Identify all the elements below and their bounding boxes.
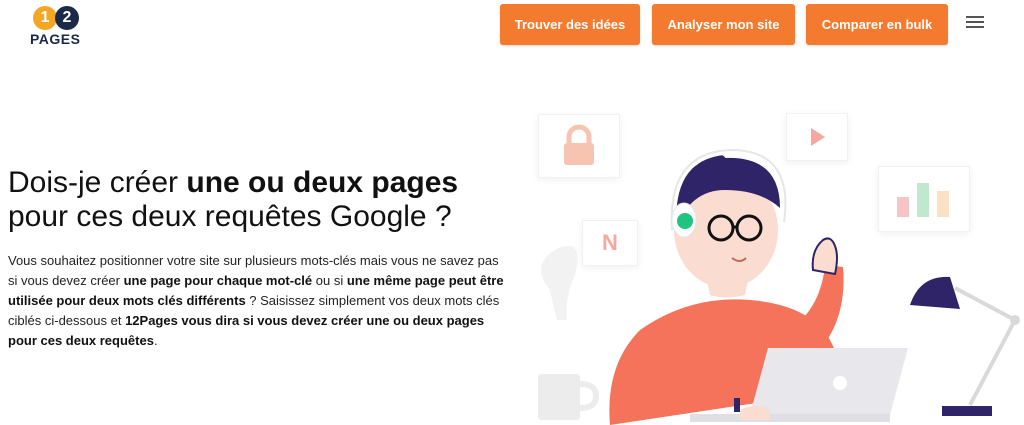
page-description: Vous souhaitez positionner votre site su… [8,251,508,351]
find-ideas-button[interactable]: Trouver des idées [500,4,640,45]
hamburger-icon[interactable] [966,16,984,30]
mug-icon [538,374,600,420]
logo[interactable]: 1 2 PAGES [30,6,92,48]
title-part-1: Dois-je créer [8,166,187,199]
desc-text-2: ou si [312,273,347,288]
logo-word: PAGES [30,31,81,47]
title-highlight: une ou deux pages [186,166,459,199]
desc-bold-1: une page pour chaque mot-clé [123,273,313,288]
hero-illustration: N [510,80,1024,425]
logo-digit-2: 2 [55,6,79,30]
logo-digit-1: 1 [33,6,57,30]
desc-text-4: . [153,333,158,348]
title-part-2: pour ces deux requêtes Google ? [8,200,452,233]
desk-lamp-icon [910,276,1020,416]
compare-bulk-button[interactable]: Comparer en bulk [806,4,948,45]
analyze-site-button[interactable]: Analyser mon site [652,4,795,45]
page-title: Dois-je créer une ou deux pages pour ces… [8,166,508,234]
person-illustration [538,145,1020,425]
